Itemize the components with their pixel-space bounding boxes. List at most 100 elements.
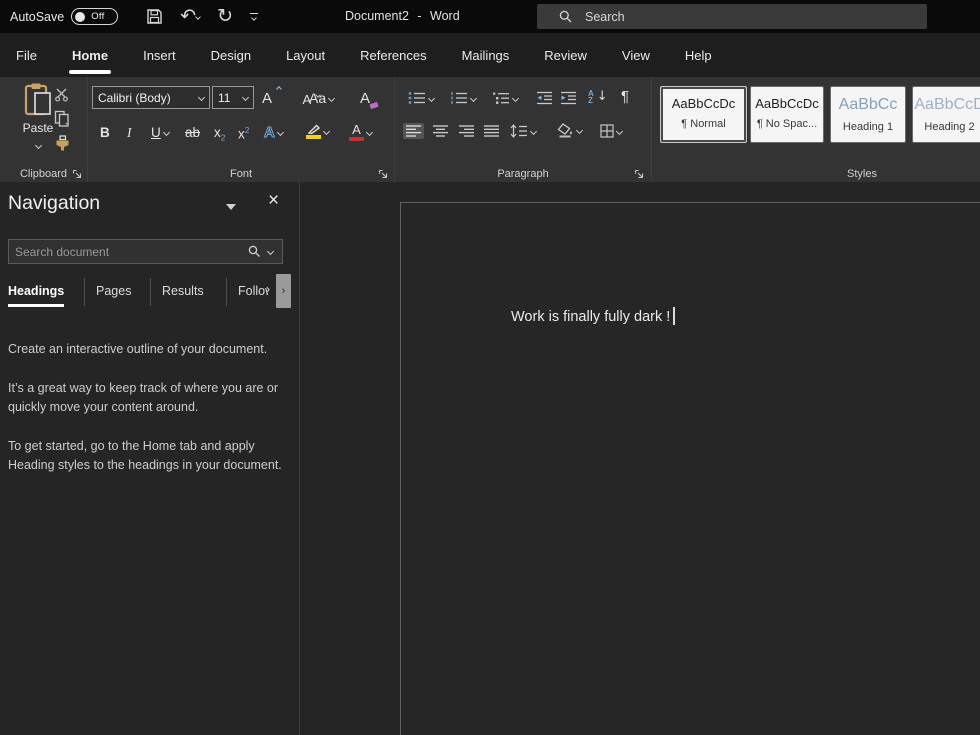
shading-button[interactable] — [555, 121, 584, 140]
nav-tab-follow[interactable]: Follow — [238, 284, 268, 298]
style-normal[interactable]: AaBbCcDc ¶ Normal — [660, 86, 747, 143]
tab-divider — [150, 278, 151, 306]
superscript-button[interactable]: x2 — [236, 124, 251, 143]
ribbon: Paste Clipboard — [0, 77, 980, 182]
bold-button[interactable]: B — [98, 124, 112, 142]
italic-button[interactable]: I — [125, 124, 134, 142]
clipboard-group: Paste Clipboard — [0, 77, 88, 182]
undo-dropdown-icon[interactable] — [195, 14, 201, 20]
active-nav-tab-underline — [8, 304, 64, 307]
nav-tab-headings[interactable]: Headings — [8, 284, 64, 298]
chevron-down-icon[interactable] — [366, 128, 373, 135]
justify-button[interactable] — [481, 123, 502, 139]
align-right-button[interactable] — [456, 123, 477, 139]
chevron-down-icon[interactable] — [163, 129, 170, 136]
redo-button[interactable]: ↻ — [217, 7, 233, 26]
paste-dropdown-icon[interactable] — [34, 142, 41, 149]
bullets-button[interactable] — [406, 89, 436, 107]
text-effects-icon: A — [264, 124, 275, 141]
tab-review[interactable]: Review — [543, 44, 588, 67]
clipboard-dialog-launcher[interactable] — [72, 169, 82, 179]
paragraph-dialog-launcher[interactable] — [634, 169, 644, 179]
tab-view[interactable]: View — [621, 44, 651, 67]
align-left-icon — [405, 125, 422, 137]
redo-icon: ↻ — [217, 7, 233, 26]
titlebar-search-input[interactable] — [585, 10, 885, 24]
style-heading-1[interactable]: AaBbCc Heading 1 — [830, 86, 906, 143]
line-spacing-button[interactable] — [508, 122, 538, 140]
search-options-chevron-icon[interactable] — [267, 248, 274, 255]
chevron-down-icon[interactable] — [512, 94, 519, 101]
customize-quick-access-button[interactable] — [250, 13, 258, 21]
chevron-down-icon[interactable] — [323, 127, 330, 134]
undo-button[interactable]: ↶ — [180, 7, 200, 26]
document-text[interactable]: Work is finally fully dark ! — [511, 307, 675, 325]
chevron-down-icon[interactable] — [530, 127, 537, 134]
style-heading-2[interactable]: AaBbCcD Heading 2 — [912, 86, 980, 143]
subscript-button[interactable]: x2 — [212, 124, 227, 144]
chevron-down-icon[interactable] — [277, 129, 284, 136]
chevron-down-icon[interactable] — [616, 127, 623, 134]
decrease-indent-button[interactable] — [534, 89, 555, 107]
document-page[interactable]: Work is finally fully dark ! — [400, 202, 980, 735]
numbered-list-icon — [450, 91, 468, 105]
tab-references[interactable]: References — [359, 44, 427, 67]
tab-home[interactable]: Home — [71, 44, 109, 67]
tab-mailings[interactable]: Mailings — [461, 44, 511, 67]
font-color-button[interactable]: A — [347, 121, 374, 143]
align-center-button[interactable] — [430, 123, 451, 139]
close-icon[interactable]: × — [268, 190, 279, 212]
copy-button[interactable] — [52, 108, 72, 129]
navigation-pane: Navigation × Headings Pages Results Foll… — [0, 182, 300, 735]
align-left-button[interactable] — [403, 123, 424, 139]
chevron-down-icon[interactable] — [576, 127, 583, 134]
increase-indent-button[interactable] — [558, 89, 579, 107]
font-size-combo[interactable]: 11 — [212, 86, 254, 109]
navigation-options-caret-icon[interactable] — [226, 204, 236, 210]
tab-layout[interactable]: Layout — [285, 44, 326, 67]
nav-search-input[interactable] — [9, 245, 248, 259]
chevron-down-icon — [198, 94, 205, 101]
nav-tab-results[interactable]: Results — [162, 284, 204, 298]
styles-group: AaBbCcDc ¶ Normal AaBbCcDc ¶ No Spac... … — [652, 77, 980, 182]
chevron-down-icon[interactable] — [470, 94, 477, 101]
multilevel-list-button[interactable] — [490, 89, 520, 107]
nav-search-box[interactable] — [8, 239, 283, 264]
show-hide-marks-button[interactable]: ¶ — [619, 87, 631, 106]
customize-bar-icon — [250, 13, 258, 15]
clear-formatting-button[interactable]: A — [358, 89, 372, 108]
tab-design[interactable]: Design — [210, 44, 252, 67]
tab-file[interactable]: File — [15, 44, 38, 67]
help-paragraph: Create an interactive outline of your do… — [8, 340, 292, 359]
autosave-control[interactable]: AutoSave Off — [10, 8, 118, 25]
tab-insert[interactable]: Insert — [142, 44, 177, 67]
nav-tabs-scroll-thumb[interactable]: › — [276, 274, 291, 308]
autosave-toggle[interactable]: Off — [71, 8, 118, 25]
title-bar: AutoSave Off ↶ ↻ Document2 - Word — [0, 0, 980, 33]
change-case-button[interactable]: Aa — [307, 89, 336, 107]
tab-help[interactable]: Help — [684, 44, 713, 67]
highlight-color-button[interactable] — [304, 121, 331, 141]
font-name-combo[interactable]: Calibri (Body) — [92, 86, 210, 109]
text-effects-button[interactable]: A — [262, 122, 285, 143]
cut-button[interactable] — [52, 85, 71, 104]
grow-font-button[interactable]: A — [260, 89, 274, 108]
align-center-icon — [432, 125, 449, 137]
multilevel-list-icon — [492, 91, 510, 105]
sort-az-icon: AZ — [588, 90, 594, 104]
sort-button[interactable]: AZ ↓ — [586, 87, 610, 106]
tab-overflow-arrow[interactable]: › — [266, 282, 270, 296]
titlebar-search-box[interactable] — [537, 4, 927, 29]
nav-tab-pages[interactable]: Pages — [96, 284, 131, 298]
style-no-spacing[interactable]: AaBbCcDc ¶ No Spac... — [750, 86, 824, 143]
numbering-button[interactable] — [448, 89, 478, 107]
borders-grid-icon — [600, 124, 614, 138]
chevron-down-icon[interactable] — [428, 94, 435, 101]
underline-button[interactable]: U — [149, 124, 171, 142]
font-dialog-launcher[interactable] — [378, 169, 388, 179]
strikethrough-button[interactable]: ab — [183, 124, 202, 142]
borders-button[interactable] — [598, 122, 624, 140]
save-icon[interactable] — [146, 8, 163, 25]
format-painter-button[interactable] — [52, 133, 73, 154]
scissors-icon — [54, 87, 69, 102]
